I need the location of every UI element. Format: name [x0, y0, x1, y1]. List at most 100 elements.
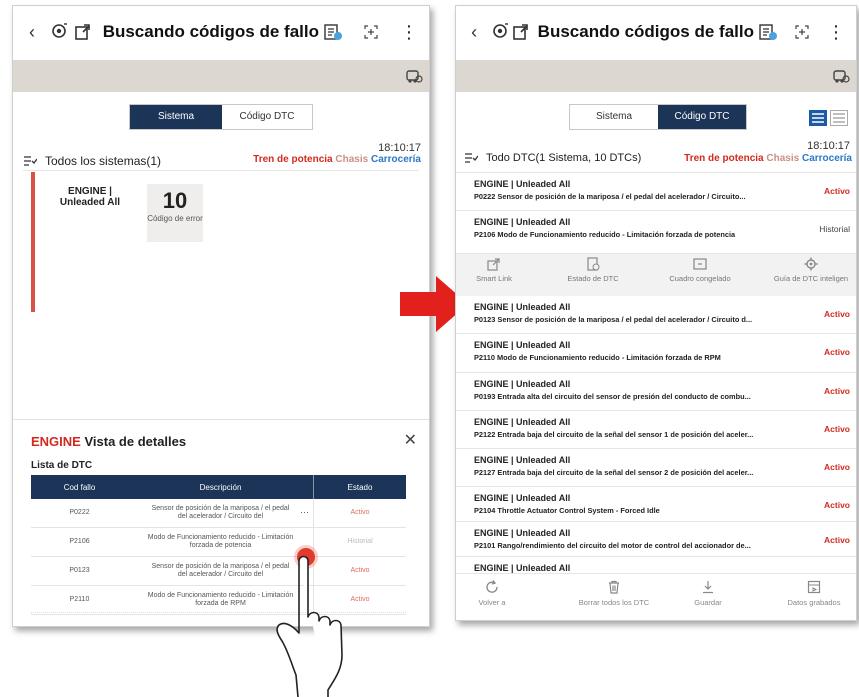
- dtc-status: Historial: [819, 224, 850, 234]
- export-icon[interactable]: [72, 18, 95, 46]
- col-status: Estado: [313, 475, 406, 499]
- error-count: 10: [162, 188, 188, 213]
- dtc-desc: P2104 Throttle Actuator Control System -…: [474, 506, 660, 515]
- recorded-data-label: Datos grabados: [787, 598, 841, 607]
- details-title-ecu: ENGINE: [31, 434, 81, 449]
- tab-codigo-dtc[interactable]: Código DTC: [658, 105, 746, 129]
- vehicle-bar: [13, 60, 429, 92]
- clear-all-dtc-button[interactable]: Borrar todos los DTC: [566, 580, 662, 607]
- smart-link-button[interactable]: Smart Link: [464, 257, 524, 283]
- vehicle-search-icon[interactable]: [490, 18, 511, 46]
- cat-chassis[interactable]: Chasis: [766, 153, 799, 164]
- ecu-name: ENGINE | Unleaded All: [474, 340, 571, 350]
- dtc-status: Activo: [824, 186, 850, 196]
- error-count-label: Código de error: [147, 214, 203, 223]
- export-icon[interactable]: [511, 18, 532, 46]
- save-button[interactable]: Guardar: [682, 580, 734, 607]
- cat-powertrain[interactable]: Tren de potencia: [253, 154, 332, 165]
- back-button[interactable]: Volver a: [470, 580, 514, 607]
- freeze-frame-button[interactable]: Cuadro congelado: [662, 257, 738, 283]
- dtc-status-label: Estado de DTC: [567, 274, 619, 283]
- hand-pointer-icon: [276, 555, 343, 697]
- dtc-status: Activo: [824, 500, 850, 510]
- view-toggle: Sistema Código DTC: [569, 104, 747, 130]
- expand-icon[interactable]: [788, 18, 816, 46]
- dtc-list-label: Lista de DTC: [31, 460, 93, 471]
- dtc-desc: P2106 Modo de Funcionamiento reducido - …: [474, 230, 736, 239]
- left-screen: ‹ Buscando códigos de fallo ⋮ Sistema Có…: [12, 5, 430, 627]
- report-icon[interactable]: [319, 18, 347, 46]
- close-icon[interactable]: ✕: [404, 430, 417, 450]
- recorded-data-button[interactable]: Datos grabados: [778, 580, 850, 607]
- more-icon[interactable]: ⋮: [395, 18, 423, 46]
- tab-sistema[interactable]: Sistema: [570, 105, 658, 129]
- right-screen: ‹ Buscando códigos de fallo ⋮ Sistema Có…: [455, 5, 857, 621]
- list-item[interactable]: ENGINE | Unleaded All P0123 Sensor de po…: [456, 296, 856, 334]
- dtc-desc: P2110 Modo de Funcionamiento reducido - …: [474, 353, 721, 362]
- row-action-bar: Smart Link Estado de DTC Cuadro congelad…: [456, 253, 856, 296]
- dtc-code: P0222: [31, 499, 128, 528]
- dtc-status: Activo: [824, 386, 850, 396]
- ecu-name: ENGINE | Unleaded All: [474, 528, 571, 538]
- report-icon[interactable]: [754, 18, 782, 46]
- dtc-guide-button[interactable]: Guía de DTC inteligen: [766, 257, 856, 283]
- vehicle-bar: [456, 60, 856, 92]
- cat-chassis[interactable]: Chasis: [335, 154, 368, 165]
- more-icon[interactable]: ⋮: [822, 18, 850, 46]
- dtc-status: Activo: [824, 424, 850, 434]
- error-count-box: 10 Código de error: [147, 184, 203, 242]
- dtc-status-button[interactable]: Estado de DTC: [558, 257, 628, 283]
- grid-view-icon[interactable]: [830, 110, 848, 126]
- dtc-desc: Sensor de posición de la mariposa / el p…: [151, 505, 290, 520]
- ecu-name: ENGINE | Unleaded All: [474, 455, 571, 465]
- table-row[interactable]: P2106 Modo de Funcionamiento reducido - …: [31, 527, 406, 557]
- all-systems-label: Todos los sistemas(1): [23, 154, 161, 168]
- tab-sistema[interactable]: Sistema: [130, 105, 222, 129]
- freeze-frame-icon: [693, 258, 707, 270]
- col-desc: Descripción: [128, 475, 314, 499]
- dtc-desc: P0222 Sensor de posición de la mariposa …: [474, 192, 746, 201]
- list-view-icon[interactable]: [809, 110, 827, 126]
- dtc-status: Activo: [313, 499, 406, 528]
- engine-card[interactable]: ENGINE | Unleaded All 10 Código de error: [31, 172, 217, 312]
- list-item[interactable]: ENGINE | Unleaded All P2127 Entrada baja…: [456, 448, 856, 487]
- dtc-status: Activo: [824, 309, 850, 319]
- list-item[interactable]: ENGINE | Unleaded All P2104 Throttle Act…: [456, 486, 856, 525]
- list-item[interactable]: ENGINE | Unleaded All P2101 Rango/rendim…: [456, 521, 856, 560]
- expand-icon[interactable]: [357, 18, 385, 46]
- list-item[interactable]: ENGINE | Unleaded All P0222 Sensor de po…: [456, 172, 856, 211]
- vehicle-icon[interactable]: [405, 67, 423, 90]
- engine-name: ENGINE | Unleaded All: [59, 186, 121, 208]
- category-filter: Tren de potencia Chasis Carrocería: [253, 154, 421, 165]
- ecu-name: ENGINE | Unleaded All: [474, 417, 571, 427]
- dtc-desc: Modo de Funcionamiento reducido - Limita…: [128, 527, 314, 557]
- dtc-desc: P0123 Sensor de posición de la mariposa …: [474, 315, 753, 324]
- status-doc-icon: [587, 257, 600, 271]
- ecu-name: ENGINE | Unleaded All: [474, 217, 571, 227]
- ecu-name: ENGINE | Unleaded All: [474, 302, 571, 312]
- recorded-data-icon: [807, 580, 821, 594]
- trash-icon: [609, 580, 619, 594]
- timestamp: 18:10:17: [807, 140, 850, 152]
- list-item[interactable]: ENGINE | Unleaded All P0193 Entrada alta…: [456, 372, 856, 411]
- app-bar: ‹ Buscando códigos de fallo ⋮: [456, 6, 856, 58]
- list-item[interactable]: ENGINE | Unleaded All P2110 Modo de Func…: [456, 333, 856, 372]
- page-title: Buscando códigos de fallo: [102, 22, 319, 41]
- cat-body[interactable]: Carrocería: [371, 154, 421, 165]
- more-dots-icon[interactable]: ···: [300, 508, 309, 517]
- vehicle-icon[interactable]: [832, 67, 850, 90]
- save-label: Guardar: [694, 598, 722, 607]
- back-chevron-icon[interactable]: ‹: [23, 22, 41, 43]
- cat-powertrain[interactable]: Tren de potencia: [684, 153, 763, 164]
- tab-codigo-dtc[interactable]: Código DTC: [222, 105, 312, 129]
- ecu-name: ENGINE | Unleaded All: [474, 379, 571, 389]
- vehicle-search-icon[interactable]: [49, 18, 72, 46]
- col-code: Cod fallo: [31, 475, 128, 499]
- cat-body[interactable]: Carrocería: [802, 153, 852, 164]
- dtc-status: Historial: [313, 527, 406, 557]
- dtc-code: P0123: [31, 556, 128, 586]
- back-chevron-icon[interactable]: ‹: [466, 22, 482, 43]
- list-item[interactable]: ENGINE | Unleaded All P2122 Entrada baja…: [456, 410, 856, 449]
- table-row[interactable]: P0222 Sensor de posición de la mariposa …: [31, 499, 406, 528]
- list-item[interactable]: ENGINE | Unleaded All P2106 Modo de Func…: [456, 210, 856, 254]
